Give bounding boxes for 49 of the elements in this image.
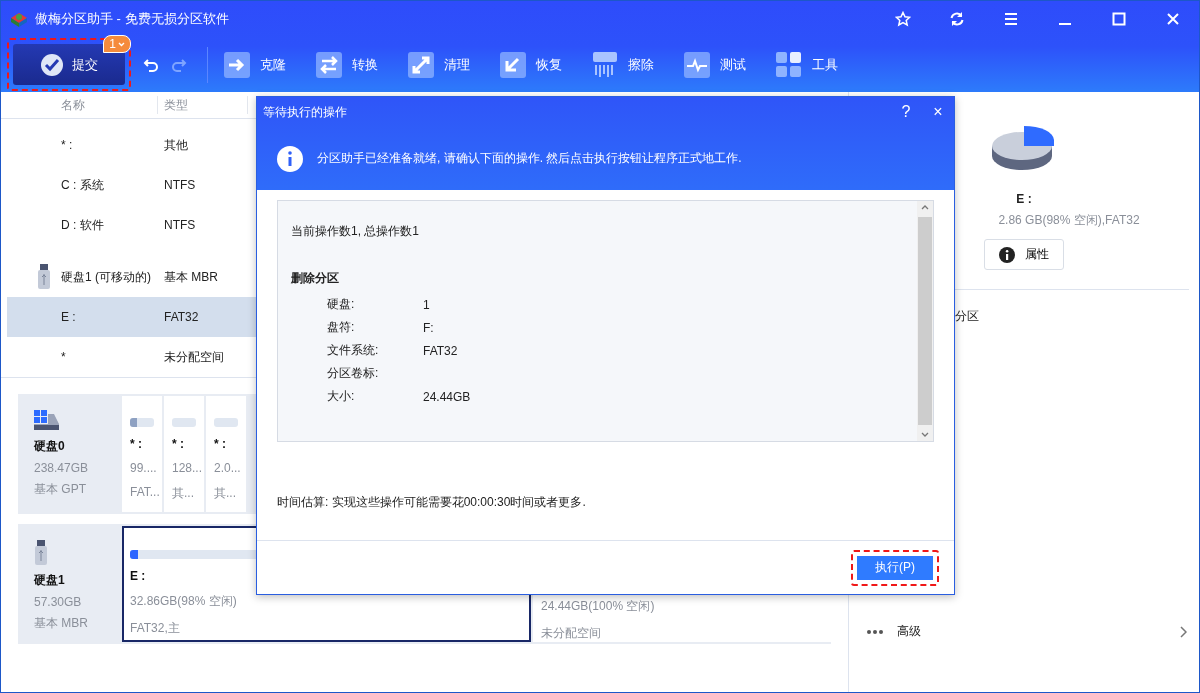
disk-size: 238.47GB [34, 461, 90, 475]
partition-size: 24.44GB(100% 空闲) [541, 598, 656, 615]
field-label: 大小: [326, 388, 356, 405]
partition-name: * : [130, 437, 143, 451]
partition-type: 其... [214, 485, 237, 502]
partition-size: 128... [172, 461, 204, 475]
disk-size: 57.30GB [34, 595, 83, 609]
field-label: 盘符: [326, 319, 356, 336]
disk-type: 基本 MBR [34, 615, 89, 632]
field-label: 文件系统: [326, 342, 380, 359]
table-cell-text: 基本 MBR [164, 268, 219, 286]
partition-title: E : [1016, 192, 1032, 206]
partition-type: 其... [172, 485, 195, 502]
partition-name: * : [214, 437, 227, 451]
operation-summary: 当前操作数1, 总操作数1 [291, 223, 420, 240]
partition-size: 2.0... [214, 461, 242, 475]
table-cell: * : [61, 138, 73, 152]
field-value: FAT32 [423, 343, 458, 358]
info-message: 分区助手已经准备就绪, 请确认下面的操作. 然后点击执行按钮让程序正式地工作. [317, 150, 742, 167]
table-cell-text: NTFS [164, 218, 197, 232]
partition-type: FAT32,主 [130, 620, 181, 637]
table-cell: D : 软件 [61, 216, 104, 234]
field-value: 1 [423, 297, 430, 312]
table-cell: 硬盘1 (可移动的) [61, 268, 151, 286]
table-cell-text: NTFS [164, 178, 197, 192]
table-cell-text: 其他 [164, 136, 189, 154]
dialog-title: 等待执行的操作 [263, 103, 348, 121]
time-estimate: 时间估算: 实现这些操作可能需要花00:00:30时间或者更多. [277, 494, 587, 511]
field-label: 分区卷标: [326, 365, 380, 382]
table-cell-text: 未分配空间 [164, 348, 225, 366]
partition-name: * : [172, 437, 185, 451]
field-value: F: [423, 320, 434, 335]
field-value: 24.44GB [423, 389, 471, 404]
partition-size: 99.... [130, 461, 158, 475]
partition-detail: 2.86 GB(98% 空闲),FAT32 [997, 212, 1140, 229]
partition-size: 32.86GB(98% 空闲) [130, 593, 238, 610]
partition-name: E : [130, 569, 147, 583]
field-label: 硬盘: [326, 296, 356, 313]
partition-type: 未分配空间 [541, 625, 602, 642]
table-cell: * [61, 350, 66, 364]
disk-type: 基本 GPT [34, 481, 87, 498]
table-cell-text: FAT32 [164, 310, 200, 324]
disk-name: 硬盘1 [34, 572, 66, 589]
operation-name: 删除分区 [291, 270, 340, 287]
window-title: 傲梅分区助手 - 免费无损分区软件 [35, 10, 230, 28]
table-cell: C : 系统 [61, 176, 104, 194]
partition-type: FAT... [130, 485, 161, 499]
table-cell: E : [61, 310, 76, 324]
disk-name: 硬盘0 [34, 438, 66, 455]
